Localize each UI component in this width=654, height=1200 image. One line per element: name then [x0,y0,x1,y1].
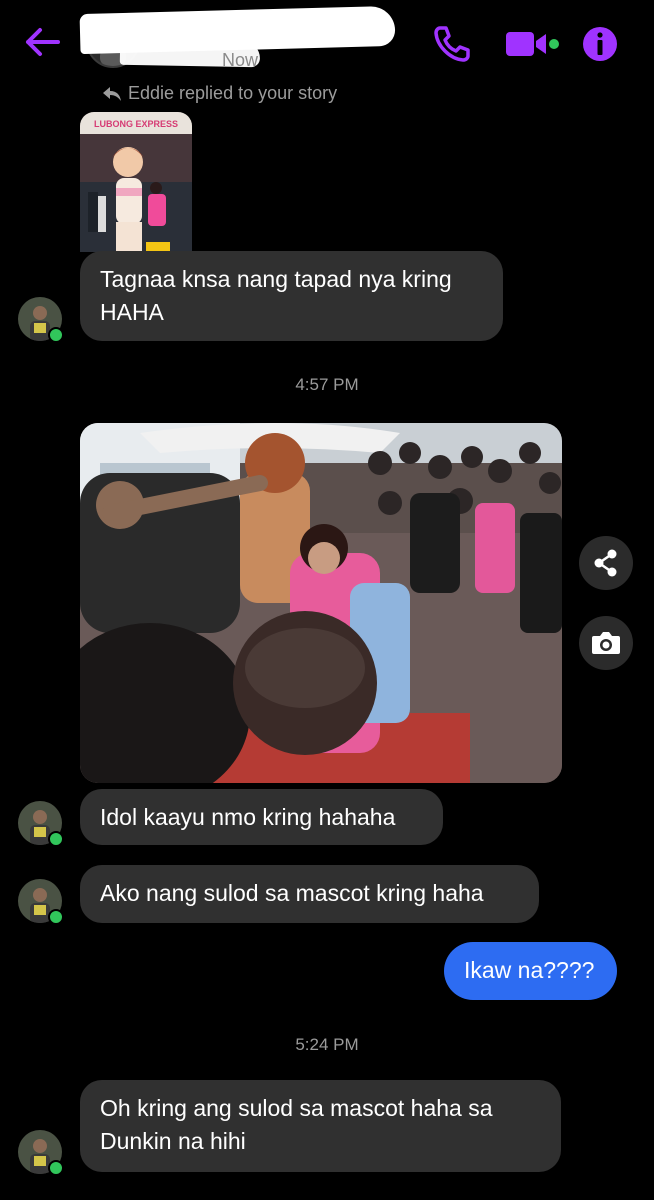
online-indicator [48,327,64,343]
chat-header: iota Now Eddie replied to your story [0,0,654,103]
save-photo-button[interactable] [579,616,633,670]
sent-message-bubble[interactable]: Ikaw na???? [444,942,617,1000]
online-indicator [48,909,64,925]
share-icon [594,549,617,577]
video-call-icon[interactable] [504,24,560,64]
message-bubble[interactable]: Tagnaa knsa nang tapad nya kring HAHA [80,251,503,341]
message-bubble[interactable]: Oh kring ang sulod sa mascot haha sa Dun… [80,1080,561,1172]
online-indicator [48,831,64,847]
story-thumbnail[interactable]: LUBONG EXPRESS [80,112,192,252]
story-reply-note: Eddie replied to your story [102,83,337,104]
message-bubble[interactable]: Idol kaayu nmo kring hahaha [80,789,443,845]
story-sign-text: LUBONG EXPRESS [94,119,178,129]
phone-icon[interactable] [432,24,472,64]
reply-icon [103,86,121,101]
active-status: Now [222,50,259,70]
shared-photo[interactable] [80,423,562,783]
timestamp: 5:24 PM [295,1035,359,1054]
share-button[interactable] [579,536,633,590]
reply-note-text: Eddie replied to your story [128,83,338,103]
back-arrow-icon[interactable] [22,24,62,60]
timestamp: 4:57 PM [295,375,359,394]
online-indicator [48,1160,64,1176]
message-bubble[interactable]: Ako nang sulod sa mascot kring haha [80,865,539,923]
camera-icon [592,632,620,654]
info-icon[interactable] [580,24,620,64]
